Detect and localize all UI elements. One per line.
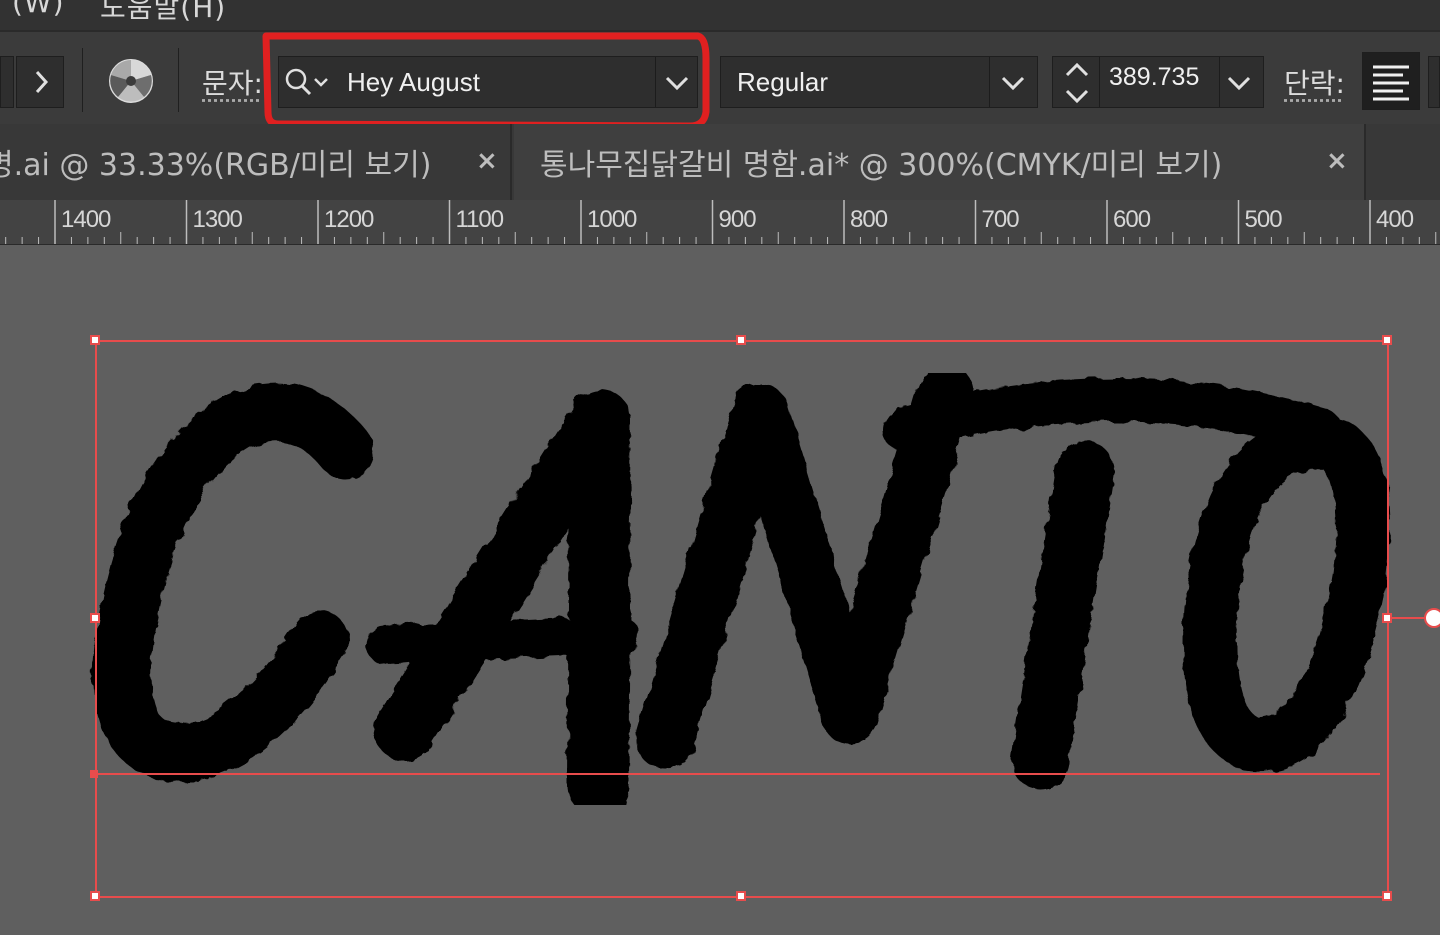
chevron-down-icon[interactable] — [999, 71, 1027, 95]
font-size-value[interactable]: 389.735 — [1109, 63, 1199, 92]
stepper-icon[interactable] — [1059, 59, 1095, 107]
handle-top-right[interactable] — [1382, 335, 1392, 345]
align-left-icon — [1373, 65, 1409, 101]
character-label[interactable]: 문자: — [202, 62, 263, 102]
ruler-label: 900 — [718, 206, 757, 233]
handle-top-center[interactable] — [736, 335, 746, 345]
menu-item-help[interactable]: 도움말(H) — [100, 0, 226, 26]
tab-document-2[interactable]: 통나무집닭갈비 명함.ai* @ 300%(CMYK/미리 보기) × — [514, 124, 1366, 200]
close-icon[interactable]: × — [1326, 146, 1348, 176]
ruler-label: 1000 — [587, 206, 637, 233]
menu-bar: (W) 도움말(H) — [0, 0, 1440, 30]
ruler-label: 1200 — [324, 206, 374, 233]
ruler-label: 1400 — [61, 206, 111, 233]
text-out-port[interactable] — [1424, 608, 1440, 628]
font-style-field[interactable]: Regular — [720, 56, 1038, 108]
tab-title: 통나무집닭갈비 명함.ai* @ 300%(CMYK/미리 보기) — [540, 148, 1223, 183]
partial-align-button[interactable] — [1428, 56, 1440, 108]
text-baseline — [95, 773, 1380, 775]
control-bar: 문자: Hey August Regular 389.735 단락: — [0, 30, 1440, 130]
handle-bottom-left[interactable] — [90, 891, 100, 901]
paragraph-label[interactable]: 단락: — [1284, 62, 1345, 102]
handle-bottom-center[interactable] — [736, 891, 746, 901]
artboard-canvas[interactable] — [0, 245, 1440, 935]
tab-document-1[interactable]: 명.ai @ 33.33%(RGB/미리 보기) × — [0, 124, 512, 200]
baseline-anchor[interactable] — [90, 770, 98, 778]
font-style-value[interactable]: Regular — [737, 67, 828, 98]
expand-button[interactable] — [16, 56, 64, 108]
ruler-label: 600 — [1113, 206, 1151, 233]
handle-middle-left[interactable] — [90, 613, 100, 623]
text-out-port-line — [1389, 617, 1429, 619]
canto-artwork — [92, 364, 1390, 816]
ruler-label: 400 — [1376, 206, 1414, 233]
ruler-label: 800 — [850, 206, 888, 233]
close-icon[interactable]: × — [476, 146, 498, 176]
ruler-label: 500 — [1244, 206, 1283, 233]
document-tab-bar: 명.ai @ 33.33%(RGB/미리 보기) × 통나무집닭갈비 명함.ai… — [0, 124, 1440, 200]
handle-top-left[interactable] — [90, 335, 100, 345]
chevron-right-icon — [35, 70, 49, 94]
handle-middle-right[interactable] — [1382, 613, 1392, 623]
highlight-annotation — [262, 32, 710, 130]
ruler-label: 1300 — [192, 206, 243, 233]
ruler-label: 700 — [981, 206, 1020, 233]
align-left-button[interactable] — [1362, 52, 1420, 110]
handle-bottom-right[interactable] — [1382, 891, 1392, 901]
font-size-field[interactable]: 389.735 — [1052, 56, 1264, 108]
ruler-label: 1100 — [455, 206, 505, 233]
partial-field[interactable] — [0, 56, 14, 108]
menu-item-window[interactable]: (W) — [12, 0, 65, 19]
horizontal-ruler[interactable]: 1400 1300 1200 1100 1000 900 800 700 600 500 400 — [0, 200, 1440, 245]
chevron-down-icon[interactable] — [1225, 71, 1253, 95]
color-wheel-icon[interactable] — [108, 58, 154, 104]
tab-title: 명.ai @ 33.33%(RGB/미리 보기) — [0, 148, 432, 183]
